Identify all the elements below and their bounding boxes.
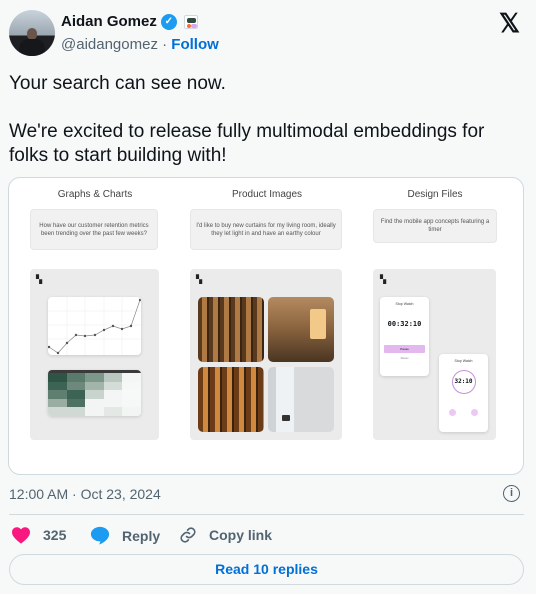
heatmap-cell [122, 381, 141, 391]
heatmap-cell [66, 381, 86, 391]
cohere-logo-icon: ▚ [36, 275, 43, 284]
heatmap-cell [48, 398, 67, 408]
reply-label: Reply [122, 527, 161, 544]
reply-button[interactable]: Reply [90, 526, 160, 545]
like-button[interactable]: 325 [11, 526, 66, 544]
avatar[interactable] [9, 10, 55, 56]
prompt-box: Find the mobile app concepts featuring a… [373, 209, 497, 243]
stopwatch-card: Stop Watch 32:10 [439, 354, 488, 432]
heatmap-cell [85, 398, 104, 408]
heatmap-cell [122, 407, 141, 416]
heatmap-cell [48, 381, 67, 391]
card-title: Stop Watch [454, 359, 473, 363]
heatmap-cell [66, 373, 86, 382]
stopwatch-card: Stop Watch 00:32:10 Pause Reset [380, 297, 429, 376]
copy-link-label: Copy link [209, 527, 273, 543]
link-icon [180, 527, 196, 543]
author-name-row: Aidan Gomez ✓ [61, 13, 198, 30]
affiliation-badge-icon[interactable] [183, 14, 198, 29]
reset-link: Reset [400, 356, 409, 360]
verified-badge-icon: ✓ [160, 13, 177, 30]
heatmap-cell [122, 390, 141, 399]
window-photo [268, 367, 334, 432]
x-logo-icon[interactable]: 𝕏 [499, 8, 520, 39]
prompt-box: I'd like to buy new curtains for my livi… [190, 209, 342, 250]
heatmap-cell [122, 398, 141, 408]
heatmap-cell [66, 398, 86, 408]
author-name[interactable]: Aidan Gomez [61, 13, 157, 30]
card-title: Stop Watch [395, 302, 414, 306]
read-replies-button[interactable]: Read 10 replies [9, 554, 524, 585]
media-image[interactable]: Graphs & Charts Product Images Design Fi… [8, 177, 524, 475]
design-files-panel: ▚ Stop Watch 00:32:10 Pause Reset Stop W… [373, 269, 496, 440]
heatmap-cell [103, 381, 123, 391]
heatmap-cell [48, 390, 67, 399]
heatmap-cell [66, 407, 86, 416]
curtain-photo [198, 297, 264, 362]
line-chart-thumbnail [48, 297, 141, 355]
heatmap-cell [85, 390, 104, 399]
tweet-text: Your search can see now. We're excited t… [9, 72, 524, 168]
heart-icon [12, 527, 30, 544]
heatmap-thumbnail [48, 370, 141, 416]
tweet-line: We're excited to release fully multimoda… [9, 121, 485, 166]
bedroom-photo [268, 297, 334, 362]
separator: · [162, 36, 168, 53]
product-images-panel: ▚ [190, 269, 342, 440]
info-icon[interactable]: i [503, 485, 520, 502]
copy-link-button[interactable]: Copy link [179, 526, 272, 544]
divider [9, 514, 524, 515]
card-timer-ring: 32:10 [451, 370, 476, 394]
column-title: Graphs & Charts [57, 189, 133, 200]
timestamp[interactable]: 12:00 AM · Oct 23, 2024 [9, 486, 161, 502]
heatmap-cell [85, 381, 104, 391]
cohere-logo-icon: ▚ [380, 275, 387, 284]
author-handle[interactable]: @aidangomez [61, 36, 158, 53]
card-time: 00:32:10 [387, 320, 422, 328]
author-handle-row: @aidangomez · Follow [61, 36, 219, 53]
pause-button: Pause [384, 345, 425, 353]
heatmap-cell [48, 407, 67, 416]
follow-button[interactable]: Follow [171, 36, 219, 53]
heatmap-cell [122, 373, 141, 382]
curtain-photo [198, 367, 264, 432]
prompt-box: How have our customer retention metrics … [30, 209, 158, 250]
column-title: Design Files [407, 189, 463, 200]
charts-panel: ▚ [30, 269, 159, 440]
like-count: 325 [43, 527, 67, 543]
heatmap-cell [66, 390, 86, 399]
heatmap-cell [103, 407, 123, 416]
heatmap-cell [103, 390, 123, 399]
heatmap-cell [85, 373, 104, 382]
reply-bubble-icon [90, 526, 110, 545]
heatmap-cell [103, 398, 123, 408]
heatmap-cell [103, 373, 123, 382]
tweet-line: Your search can see now. [9, 73, 226, 94]
heatmap-cell [48, 373, 67, 382]
column-title: Product Images [231, 189, 303, 200]
heatmap-cell [85, 407, 104, 416]
cohere-logo-icon: ▚ [196, 275, 203, 284]
